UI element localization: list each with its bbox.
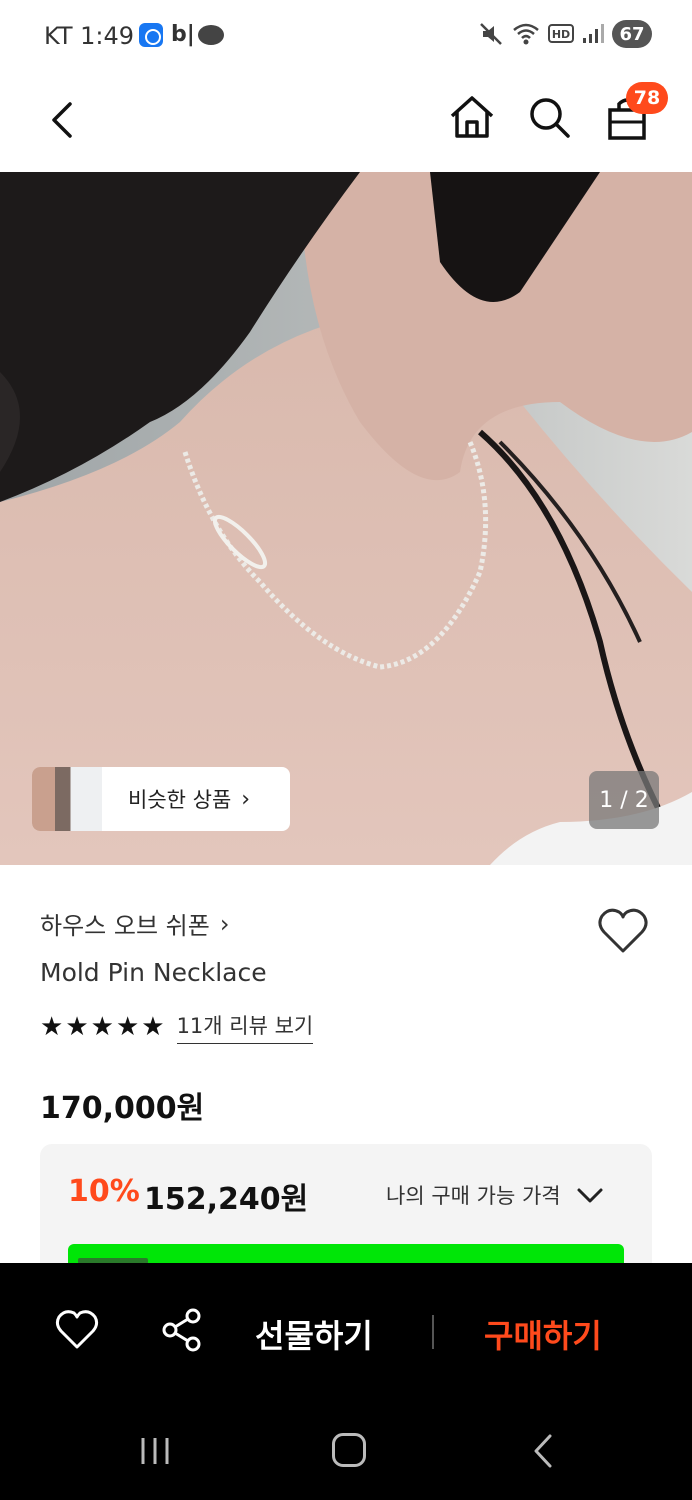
back-nav-icon[interactable]: [528, 1433, 558, 1469]
bottom-action-bar: 선물하기 구매하기: [0, 1263, 692, 1400]
review-link[interactable]: 11개 리뷰 보기: [176, 1010, 314, 1044]
star-icon: ★: [40, 1012, 64, 1042]
brand-link[interactable]: 하우스 오브 쉬폰 ›: [40, 906, 229, 941]
recent-apps-icon[interactable]: [138, 1436, 174, 1466]
star-icon: ★: [141, 1012, 165, 1042]
chat-bubble-icon: [198, 25, 224, 45]
my-price-label: 나의 구매 가능 가격: [386, 1184, 561, 1208]
heart-icon[interactable]: [596, 906, 650, 956]
cart-count-badge: 78: [626, 82, 668, 114]
benefit-box: 10% 152,240원 나의 구매 가능 가격: [40, 1144, 652, 1274]
hd-icon: HD: [548, 24, 574, 43]
mute-icon: [480, 23, 502, 45]
product-name: Mold Pin Necklace: [40, 958, 267, 987]
chevron-down-icon: [577, 1188, 603, 1203]
product-photo: [0, 172, 692, 865]
buy-button[interactable]: 구매하기: [484, 1311, 602, 1357]
star-icon: ★: [90, 1012, 114, 1042]
back-arrow-icon[interactable]: [36, 92, 92, 148]
discount-rate: 10%: [68, 1174, 140, 1209]
divider: [432, 1315, 434, 1349]
wifi-icon: [513, 23, 539, 45]
my-price-toggle[interactable]: 나의 구매 가능 가격: [386, 1180, 605, 1210]
product-image[interactable]: 비슷한 상품 › 1 / 2: [0, 172, 692, 865]
gift-button[interactable]: 선물하기: [255, 1311, 373, 1357]
rating-row: ★ ★ ★ ★ ★ 11개 리뷰 보기: [40, 1010, 314, 1044]
home-nav-icon[interactable]: [332, 1433, 366, 1467]
status-bar: KT 1:49 b| HD 67: [0, 0, 692, 70]
heart-icon[interactable]: [54, 1307, 100, 1353]
discount-price: 152,240원: [144, 1182, 309, 1217]
b-app-icon: b|: [171, 22, 195, 47]
status-time: KT 1:49: [44, 22, 135, 50]
similar-thumbnail: [32, 767, 102, 831]
svg-text:HD: HD: [552, 28, 570, 41]
top-header: 78: [0, 70, 692, 172]
status-icons: HD 67: [478, 20, 652, 48]
battery-indicator: 67: [612, 20, 652, 48]
chevron-right-icon: ›: [241, 786, 251, 812]
star-icon: ★: [115, 1012, 140, 1042]
star-icon: ★: [65, 1012, 89, 1042]
search-icon[interactable]: [524, 92, 576, 144]
image-page-indicator: 1 / 2: [589, 771, 659, 829]
similar-products-button[interactable]: 비슷한 상품 ›: [32, 767, 290, 831]
chevron-right-icon: ›: [219, 909, 230, 938]
system-nav-bar: [0, 1400, 692, 1500]
original-price: 170,000원: [40, 1091, 205, 1126]
similar-products-label: 비슷한 상품: [128, 788, 232, 812]
t-app-icon: [139, 23, 163, 47]
signal-icon: [583, 24, 604, 43]
share-icon[interactable]: [160, 1307, 204, 1353]
brand-name: 하우스 오브 쉬폰: [40, 912, 210, 940]
home-icon[interactable]: [446, 92, 498, 144]
